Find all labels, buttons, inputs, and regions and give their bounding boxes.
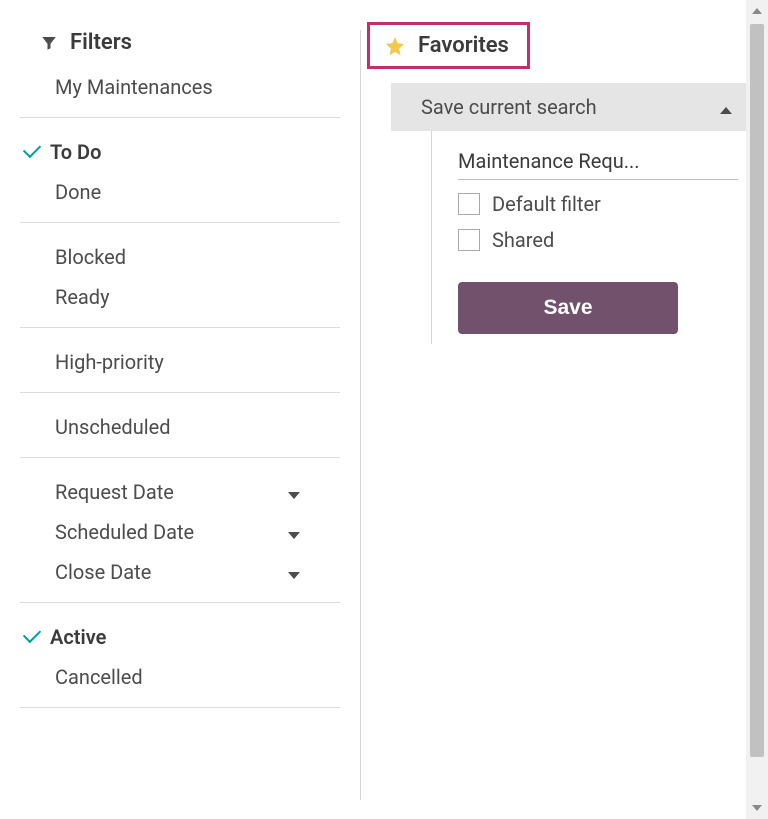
filter-blocked[interactable]: Blocked xyxy=(0,237,360,277)
filters-title: Filters xyxy=(70,30,132,55)
favorites-header-highlight: Favorites xyxy=(367,22,530,69)
filter-unscheduled[interactable]: Unscheduled xyxy=(0,407,360,447)
filter-ready[interactable]: Ready xyxy=(0,277,360,317)
filter-to-do[interactable]: To Do xyxy=(0,132,360,172)
filters-panel: Filters My Maintenances To Do Done Block… xyxy=(0,0,360,819)
filter-scheduled-date[interactable]: Scheduled Date xyxy=(0,512,360,552)
checkbox-icon xyxy=(458,229,480,251)
caret-up-icon xyxy=(720,95,732,119)
filter-active[interactable]: Active xyxy=(0,617,360,657)
save-search-panel: Maintenance Requ... Default filter Share… xyxy=(431,131,738,344)
default-filter-checkbox[interactable]: Default filter xyxy=(458,192,738,216)
filter-request-date[interactable]: Request Date xyxy=(0,472,360,512)
search-name-input[interactable]: Maintenance Requ... xyxy=(458,149,738,180)
star-icon xyxy=(384,35,406,57)
divider xyxy=(20,707,340,708)
divider xyxy=(20,457,340,458)
caret-down-icon xyxy=(288,560,300,584)
filters-header: Filters xyxy=(0,0,360,67)
divider xyxy=(20,602,340,603)
divider xyxy=(20,327,340,328)
shared-checkbox[interactable]: Shared xyxy=(458,228,738,252)
favorites-panel: Favorites Save current search Maintenanc… xyxy=(361,0,768,819)
caret-down-icon xyxy=(288,520,300,544)
save-current-search-dropdown[interactable]: Save current search xyxy=(391,83,750,131)
divider xyxy=(20,222,340,223)
scrollbar-thumb[interactable] xyxy=(750,24,764,757)
filter-cancelled[interactable]: Cancelled xyxy=(0,657,360,697)
divider xyxy=(20,392,340,393)
filter-close-date[interactable]: Close Date xyxy=(0,552,360,592)
favorites-title: Favorites xyxy=(418,33,509,58)
filter-my-maintenances[interactable]: My Maintenances xyxy=(0,67,360,107)
scroll-up-button[interactable] xyxy=(746,0,768,22)
scrollbar[interactable] xyxy=(746,0,768,819)
funnel-icon xyxy=(40,34,58,52)
divider xyxy=(20,117,340,118)
caret-down-icon xyxy=(288,480,300,504)
filter-done[interactable]: Done xyxy=(0,172,360,212)
scroll-down-button[interactable] xyxy=(746,797,768,819)
save-button[interactable]: Save xyxy=(458,282,678,334)
checkbox-icon xyxy=(458,193,480,215)
filter-high-priority[interactable]: High-priority xyxy=(0,342,360,382)
